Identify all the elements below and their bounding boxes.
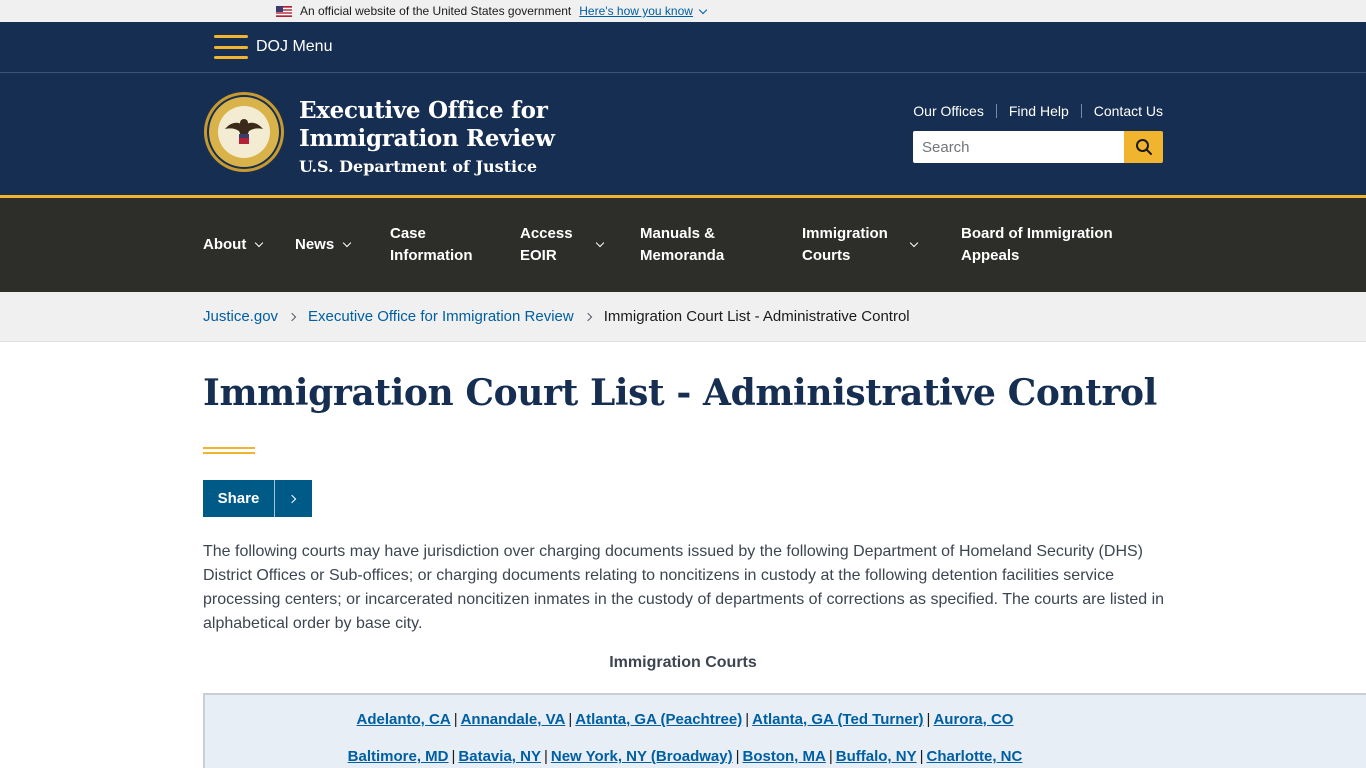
contact-us-link[interactable]: Contact Us	[1094, 103, 1163, 119]
share-button[interactable]: Share	[203, 480, 312, 517]
court-link[interactable]: Aurora, CO	[933, 711, 1013, 728]
chevron-down-icon	[255, 238, 264, 248]
divider	[995, 104, 997, 118]
nav-item-label-line2: Appeals	[961, 247, 1020, 264]
gov-banner: An official website of the United States…	[0, 0, 1366, 22]
nav-item-label-line2: Memoranda	[640, 247, 725, 264]
court-link[interactable]: Charlotte, NC	[927, 748, 1023, 765]
breadcrumb-justice-gov[interactable]: Justice.gov	[203, 308, 278, 325]
intro-paragraph: The following courts may have jurisdicti…	[203, 543, 1165, 632]
nav-item-manuals-memoranda[interactable]: Manuals & Memoranda	[640, 223, 724, 267]
chevron-right-icon	[275, 494, 312, 503]
separator: |	[828, 748, 833, 765]
nav-item-board-of-immigration-appeals[interactable]: Board of Immigration Appeals	[961, 223, 1113, 267]
our-offices-link[interactable]: Our Offices	[913, 103, 984, 119]
divider	[1080, 104, 1082, 118]
doj-menu-bar: DOJ Menu	[0, 22, 1366, 73]
breadcrumb-current: Immigration Court List - Administrative …	[603, 308, 910, 325]
nav-item-label-line1: Board of Immigration	[961, 225, 1113, 242]
separator: |	[451, 748, 456, 765]
separator: |	[745, 711, 750, 728]
main-nav: About News Case Information Access EOIR …	[0, 198, 1366, 292]
nav-item-about[interactable]: About	[203, 234, 264, 256]
hamburger-menu-icon[interactable]	[214, 35, 248, 59]
court-link[interactable]: Adelanto, CA	[357, 711, 451, 728]
chevron-down-icon	[342, 238, 352, 248]
chevron-down-icon	[698, 5, 708, 14]
nav-item-immigration-courts[interactable]: Immigration Courts	[802, 223, 919, 267]
org-name[interactable]: Executive Office for Immigration Review …	[299, 97, 555, 176]
court-link[interactable]: Boston, MA	[743, 748, 826, 765]
gov-banner-text: An official website of the United States…	[300, 4, 572, 18]
share-label: Share	[203, 480, 275, 517]
nav-item-news[interactable]: News	[295, 234, 352, 256]
court-link[interactable]: New York, NY (Broadway)	[551, 748, 733, 765]
nav-item-label: About	[203, 236, 247, 253]
org-name-line2: Immigration Review	[299, 125, 555, 152]
nav-item-label-line1: Access	[520, 225, 573, 242]
courts-list-box: Adelanto, CA | Annandale, VA | Atlanta, GA (…	[203, 693, 1366, 768]
find-help-link[interactable]: Find Help	[1009, 103, 1069, 119]
doj-seal-logo[interactable]	[203, 91, 285, 173]
nav-item-label-line1: Case	[390, 225, 426, 242]
nav-item-label: News	[295, 236, 335, 253]
courts-row: Adelanto, CA | Annandale, VA | Atlanta, GA (…	[205, 711, 1165, 728]
court-link[interactable]: Atlanta, GA (Peachtree)	[575, 711, 742, 728]
courts-heading: Immigration Courts	[609, 654, 757, 671]
separator: |	[568, 711, 573, 728]
court-link[interactable]: Baltimore, MD	[348, 748, 449, 765]
utility-links: Our Offices Find Help Contact Us	[913, 103, 1163, 119]
nav-item-access-eoir[interactable]: Access EOIR	[520, 223, 604, 267]
court-link[interactable]: Batavia, NY	[458, 748, 541, 765]
nav-item-case-information[interactable]: Case Information	[390, 223, 473, 267]
doj-menu-button[interactable]: DOJ Menu	[256, 38, 332, 56]
nav-item-label-line2: EOIR	[520, 247, 557, 264]
court-link[interactable]: Buffalo, NY	[836, 748, 917, 765]
page-title: Immigration Court List - Administrative …	[203, 372, 1157, 414]
nav-item-label-line1: Manuals &	[640, 225, 716, 242]
site-header: Executive Office for Immigration Review …	[0, 73, 1366, 198]
separator: |	[453, 711, 458, 728]
how-you-know-label: Here's how you know	[579, 4, 693, 18]
separator: |	[926, 711, 931, 728]
title-underline-decoration	[203, 447, 255, 454]
nav-item-label-line2: Courts	[802, 247, 851, 264]
court-link[interactable]: Annandale, VA	[461, 711, 566, 728]
org-name-line1: Executive Office for	[299, 97, 548, 124]
how-you-know-link[interactable]: Here's how you know	[579, 4, 708, 18]
org-parent: U.S. Department of Justice	[299, 157, 538, 176]
chevron-down-icon	[595, 238, 604, 248]
breadcrumb: Justice.gov Executive Office for Immigra…	[0, 292, 1366, 342]
nav-item-label-line1: Immigration	[802, 225, 888, 242]
chevron-down-icon	[909, 238, 919, 248]
court-link[interactable]: Atlanta, GA (Ted Turner)	[752, 711, 923, 728]
search-input[interactable]	[913, 131, 1124, 163]
search-icon	[1135, 139, 1152, 155]
courts-row: Baltimore, MD | Batavia, NY | New York, NY (…	[205, 748, 1165, 765]
separator: |	[735, 748, 740, 765]
chevron-right-icon	[287, 312, 297, 321]
search-form	[913, 131, 1163, 163]
breadcrumb-eoir[interactable]: Executive Office for Immigration Review	[308, 308, 574, 325]
nav-item-label-line2: Information	[390, 247, 473, 264]
search-button[interactable]	[1124, 131, 1163, 163]
chevron-right-icon	[583, 312, 592, 321]
us-flag-icon	[276, 5, 292, 17]
separator: |	[919, 748, 924, 765]
separator: |	[543, 748, 548, 765]
